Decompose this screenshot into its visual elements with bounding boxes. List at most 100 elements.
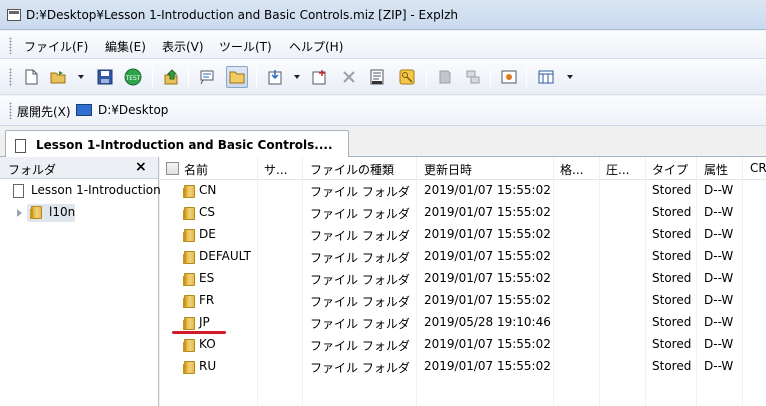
close-icon[interactable]: × (135, 159, 147, 175)
cell-name: JP (199, 315, 210, 329)
cell-type: Stored (652, 337, 692, 351)
extract-to-label[interactable]: 展開先(X) (17, 103, 71, 120)
table-row[interactable]: DEFAULT ファイル フォルダ 2019/01/07 15:55:02 Store… (160, 246, 766, 268)
col-size[interactable]: サ... (264, 161, 287, 178)
desktop-icon (76, 104, 92, 116)
col-type[interactable]: タイプ (652, 161, 688, 178)
cell-kind: ファイル フォルダ (310, 317, 410, 331)
table-row[interactable]: CN ファイル フォルダ 2019/01/07 15:55:02 Stored D--W (160, 180, 766, 202)
cell-attr: D--W (704, 205, 734, 219)
folder-pane-header: フォルダ × (0, 157, 158, 179)
convert-icon[interactable] (462, 66, 484, 88)
cell-kind: ファイル フォルダ (310, 251, 410, 265)
up-folder-icon[interactable] (160, 66, 182, 88)
cell-attr: D--W (704, 249, 734, 263)
cell-date: 2019/01/07 15:55:02 (424, 359, 551, 373)
install-icon[interactable] (498, 66, 520, 88)
col-attr[interactable]: 属性 (704, 161, 728, 178)
cell-kind: ファイル フォルダ (310, 207, 410, 221)
folder-icon (183, 295, 195, 308)
cell-name: DE (199, 227, 216, 241)
col-name[interactable]: 名前 (184, 161, 208, 178)
table-row[interactable]: CS ファイル フォルダ 2019/01/07 15:55:02 Stored D--W (160, 202, 766, 224)
col-stored[interactable]: 格... (560, 161, 583, 178)
tab-archive[interactable]: Lesson 1-Introduction and Basic Controls… (5, 130, 349, 158)
column-header-row: 名前 サ... ファイルの種類 更新日時 格... 圧... タイプ 属性 CR (160, 157, 766, 180)
delete-icon[interactable] (338, 66, 360, 88)
extract-dropdown-icon[interactable] (294, 75, 300, 79)
cell-attr: D--W (704, 337, 734, 351)
toolbar-grip[interactable] (9, 68, 12, 87)
cell-type: Stored (652, 359, 692, 373)
table-row[interactable]: RU ファイル フォルダ 2019/01/07 15:55:02 Stored D--W (160, 356, 766, 378)
archive-node-icon (13, 184, 24, 198)
cell-type: Stored (652, 271, 692, 285)
cell-attr: D--W (704, 183, 734, 197)
cell-type: Stored (652, 315, 692, 329)
col-compressed[interactable]: 圧... (606, 161, 629, 178)
cell-attr: D--W (704, 359, 734, 373)
svg-text:TEST: TEST (125, 75, 141, 82)
cell-attr: D--W (704, 315, 734, 329)
folder-view-icon[interactable] (226, 66, 248, 88)
cell-date: 2019/01/07 15:55:02 (424, 249, 551, 263)
cell-kind: ファイル フォルダ (310, 339, 410, 353)
table-row[interactable]: FR ファイル フォルダ 2019/01/07 15:55:02 Stored D--W (160, 290, 766, 312)
view-icon[interactable] (196, 66, 218, 88)
cell-type: Stored (652, 227, 692, 241)
title-bar: D:¥Desktop¥Lesson 1-Introduction and Bas… (0, 0, 766, 30)
table-row[interactable]: ES ファイル フォルダ 2019/01/07 15:55:02 Stored D--W (160, 268, 766, 290)
extract-path-field[interactable]: D:¥Desktop (98, 103, 168, 117)
open-dropdown-icon[interactable] (78, 75, 84, 79)
properties-icon[interactable] (366, 66, 388, 88)
new-archive-icon[interactable] (20, 66, 42, 88)
table-row[interactable]: JP ファイル フォルダ 2019/05/28 19:10:46 Stored D--W (160, 312, 766, 334)
menu-tools[interactable]: ツール(T) (219, 38, 272, 55)
menu-edit[interactable]: 編集(E) (105, 38, 146, 55)
cell-type: Stored (652, 249, 692, 263)
menubar-grip[interactable] (9, 37, 12, 54)
view-mode-icon[interactable] (535, 66, 557, 88)
save-icon[interactable] (94, 66, 116, 88)
col-date[interactable]: 更新日時 (424, 161, 472, 178)
test-icon[interactable]: TEST (122, 66, 144, 88)
cell-kind: ファイル フォルダ (310, 361, 410, 375)
cell-attr: D--W (704, 227, 734, 241)
tree-item-l10n[interactable]: l10n (49, 205, 75, 219)
cell-date: 2019/01/07 15:55:02 (424, 337, 551, 351)
tab-strip: Lesson 1-Introduction and Basic Controls… (0, 127, 766, 158)
folder-icon (183, 273, 195, 286)
tree-root[interactable]: Lesson 1-Introduction (31, 183, 161, 197)
folder-icon (183, 339, 195, 352)
expand-icon[interactable] (17, 209, 22, 217)
add-file-icon[interactable] (308, 66, 330, 88)
cell-attr: D--W (704, 293, 734, 307)
menu-view[interactable]: 表示(V) (162, 38, 204, 55)
extract-icon[interactable] (264, 66, 286, 88)
attach-icon[interactable] (434, 66, 456, 88)
cell-name: DEFAULT (199, 249, 251, 263)
cell-attr: D--W (704, 271, 734, 285)
cell-name: KO (199, 337, 216, 351)
table-row[interactable]: DE ファイル フォルダ 2019/01/07 15:55:02 Stored D--W (160, 224, 766, 246)
key-icon[interactable] (396, 66, 418, 88)
open-archive-icon[interactable] (48, 66, 70, 88)
view-mode-dropdown-icon[interactable] (567, 75, 573, 79)
cell-kind: ファイル フォルダ (310, 295, 410, 309)
cell-name: CS (199, 205, 215, 219)
toolbar: TEST (0, 59, 766, 95)
addressbar-grip[interactable] (9, 102, 12, 119)
cell-kind: ファイル フォルダ (310, 185, 410, 199)
cell-kind: ファイル フォルダ (310, 229, 410, 243)
folder-icon (183, 317, 195, 330)
select-all-checkbox[interactable] (166, 162, 179, 175)
folder-icon (183, 251, 195, 264)
cell-date: 2019/01/07 15:55:02 (424, 293, 551, 307)
cell-date: 2019/01/07 15:55:02 (424, 271, 551, 285)
table-row[interactable]: KO ファイル フォルダ 2019/01/07 15:55:02 Stored D--W (160, 334, 766, 356)
col-crc[interactable]: CR (750, 161, 766, 175)
menu-file[interactable]: ファイル(F) (24, 38, 88, 55)
folder-pane: フォルダ × Lesson 1-Introduction l10n (0, 157, 161, 406)
col-kind[interactable]: ファイルの種類 (310, 161, 394, 178)
menu-help[interactable]: ヘルプ(H) (289, 38, 343, 55)
